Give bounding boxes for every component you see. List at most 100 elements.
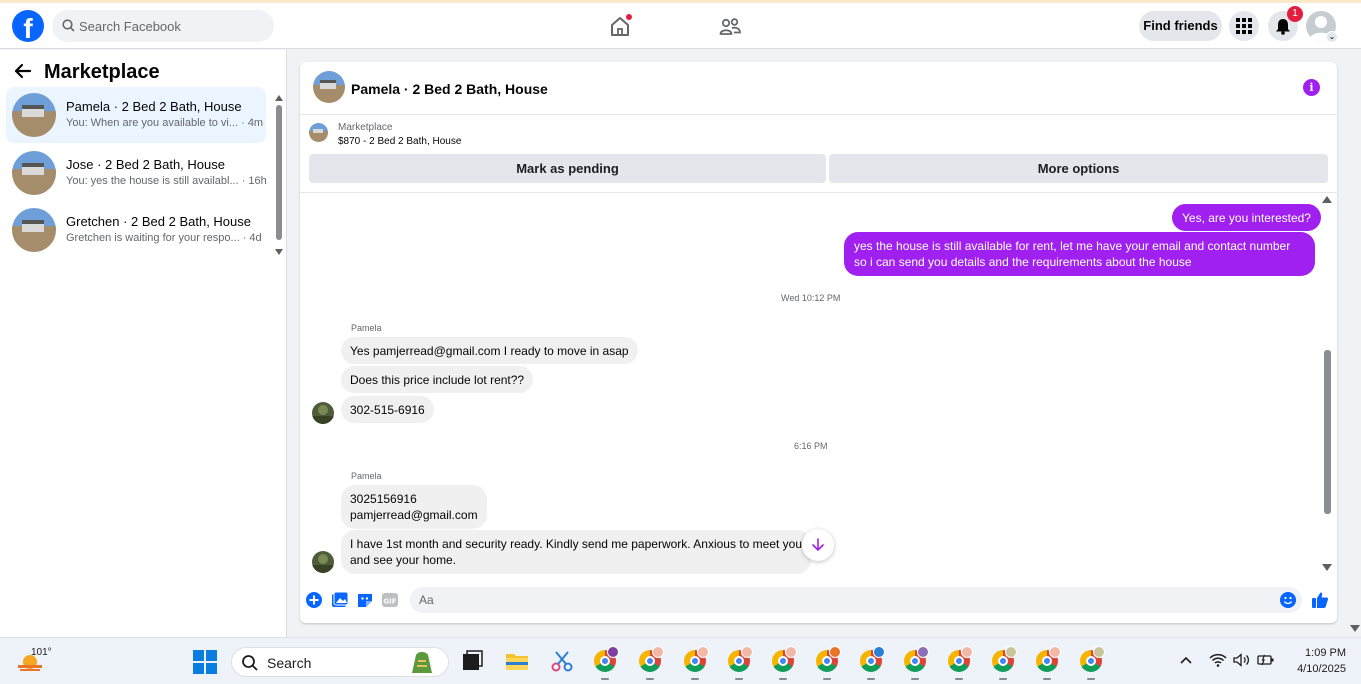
conversation-preview: You: yes the house is still availabl... … (66, 175, 267, 187)
chat-panel: Pamela · 2 Bed 2 Bath, House i Marketpla… (300, 62, 1337, 623)
sidebar-scrollbar[interactable] (275, 95, 283, 255)
sender-name: Pamela (351, 471, 382, 481)
message-placeholder: Aa (419, 593, 434, 607)
chat-listing-thumbnail[interactable] (313, 71, 345, 103)
photo-icon[interactable] (331, 591, 349, 609)
friends-icon[interactable] (718, 15, 742, 39)
menu-button[interactable] (1229, 11, 1259, 41)
listing-thumbnail (12, 151, 56, 195)
incoming-message: I have 1st month and security ready. Kin… (341, 530, 811, 574)
message-line: yes the house is still available for ren… (854, 239, 1291, 253)
profile-badge-icon (1093, 646, 1105, 658)
more-options-button[interactable]: More options (829, 154, 1328, 183)
running-indicator (601, 678, 609, 680)
battery-icon[interactable] (1257, 653, 1275, 667)
top-navigation-bar: f Search Facebook Find friends 1 ⌄ (0, 3, 1361, 49)
listing-summary: Marketplace $870 - 2 Bed 2 Bath, House M… (300, 115, 1337, 193)
scrollbar-thumb[interactable] (1324, 350, 1331, 514)
sender-avatar[interactable] (312, 551, 334, 573)
message-input[interactable]: Aa (410, 587, 1302, 613)
window-scrollbar[interactable] (1350, 50, 1361, 637)
facebook-logo[interactable]: f (12, 10, 44, 42)
conversation-name: Gretchen · 2 Bed 2 Bath, House (66, 214, 251, 229)
back-arrow-icon[interactable] (14, 63, 32, 79)
chevron-up-icon[interactable] (1180, 656, 1192, 664)
running-indicator (1087, 678, 1095, 680)
taskbar-search-label: Search (267, 655, 312, 671)
search-highlight-icon (412, 652, 432, 673)
running-indicator (823, 678, 831, 680)
message-line: and see your home. (350, 553, 457, 567)
conversation-item-gretchen[interactable]: Gretchen · 2 Bed 2 Bath, House Gretchen … (6, 202, 266, 258)
sticker-icon[interactable] (356, 591, 374, 609)
timestamp-separator: Wed 10:12 PM (781, 293, 841, 303)
arrow-down-icon (812, 538, 824, 551)
sidebar-title: Marketplace (44, 61, 160, 83)
account-chevron-icon[interactable]: ⌄ (1326, 31, 1338, 43)
profile-badge-icon (697, 646, 709, 658)
scroll-to-bottom-button[interactable] (802, 529, 834, 561)
gif-icon[interactable]: GIF (381, 591, 399, 609)
message-line: pamjerread@gmail.com (350, 508, 478, 522)
profile-badge-icon (829, 646, 841, 658)
chat-title[interactable]: Pamela · 2 Bed 2 Bath, House (351, 81, 548, 97)
wifi-icon[interactable] (1209, 653, 1227, 667)
search-icon (62, 19, 75, 32)
incoming-message: Yes pamjerread@gmail.com I ready to move… (341, 337, 638, 364)
sender-avatar[interactable] (312, 402, 334, 424)
message-scrollbar[interactable] (1322, 193, 1332, 577)
profile-badge-icon (785, 646, 797, 658)
plus-circle-icon[interactable] (305, 591, 323, 609)
svg-text:GIF: GIF (383, 598, 396, 606)
clock-date[interactable]: 4/10/2025 (1288, 663, 1346, 675)
profile-badge-icon (873, 646, 885, 658)
running-indicator (735, 678, 743, 680)
emoji-icon[interactable] (1280, 592, 1296, 608)
home-notification-dot (626, 14, 632, 20)
running-indicator (646, 678, 654, 680)
find-friends-button[interactable]: Find friends (1139, 11, 1222, 41)
profile-badge-icon (1005, 646, 1017, 658)
task-view-icon[interactable] (459, 648, 485, 674)
message-thread: Yes, are you interested? yes the house i… (300, 193, 1337, 577)
conversation-preview: Gretchen is waiting for your respo... · … (66, 232, 262, 244)
file-explorer-icon[interactable] (504, 648, 530, 674)
taskbar-search[interactable]: Search (231, 647, 449, 677)
conversation-item-pamela[interactable]: Pamela · 2 Bed 2 Bath, House You: When a… (6, 87, 266, 143)
scroll-down-arrow-icon[interactable] (1322, 564, 1332, 571)
snipping-tool-icon[interactable] (549, 648, 575, 674)
listing-small-thumbnail (309, 123, 328, 142)
conversation-name: Pamela · 2 Bed 2 Bath, House (66, 99, 242, 114)
bell-icon (1276, 19, 1290, 35)
scroll-up-arrow-icon[interactable] (275, 95, 283, 101)
outgoing-message: yes the house is still available for ren… (844, 232, 1315, 276)
search-facebook-input[interactable]: Search Facebook (52, 10, 274, 42)
mark-as-pending-button[interactable]: Mark as pending (309, 154, 826, 183)
running-indicator (999, 678, 1007, 680)
running-indicator (779, 678, 787, 680)
timestamp-separator: 6:16 PM (794, 441, 828, 451)
scroll-down-arrow-icon[interactable] (1350, 625, 1360, 632)
conversation-item-jose[interactable]: Jose · 2 Bed 2 Bath, House You: yes the … (6, 145, 267, 201)
running-indicator (1043, 678, 1051, 680)
chat-header: Pamela · 2 Bed 2 Bath, House i (300, 62, 1337, 115)
scroll-up-arrow-icon[interactable] (1322, 196, 1332, 203)
info-icon[interactable]: i (1303, 79, 1320, 96)
grid-menu-icon (1236, 18, 1252, 34)
profile-badge-icon (607, 646, 619, 658)
profile-badge-icon (961, 646, 973, 658)
volume-icon[interactable] (1233, 653, 1251, 667)
windows-taskbar: 101° Search 1:09 PM 4/10/2025 (0, 637, 1361, 684)
scroll-down-arrow-icon[interactable] (275, 249, 283, 255)
search-placeholder: Search Facebook (79, 19, 181, 34)
sender-name: Pamela (351, 323, 382, 333)
running-indicator (867, 678, 875, 680)
profile-badge-icon (652, 646, 664, 658)
thumbs-up-icon[interactable] (1311, 591, 1329, 609)
scrollbar-thumb[interactable] (276, 105, 282, 240)
windows-start-icon[interactable] (193, 650, 217, 674)
conversation-preview: You: When are you available to vi... · 4… (66, 117, 264, 129)
weather-temperature: 101° (31, 647, 52, 658)
clock-time[interactable]: 1:09 PM (1300, 647, 1346, 659)
notification-badge: 1 (1287, 6, 1303, 22)
